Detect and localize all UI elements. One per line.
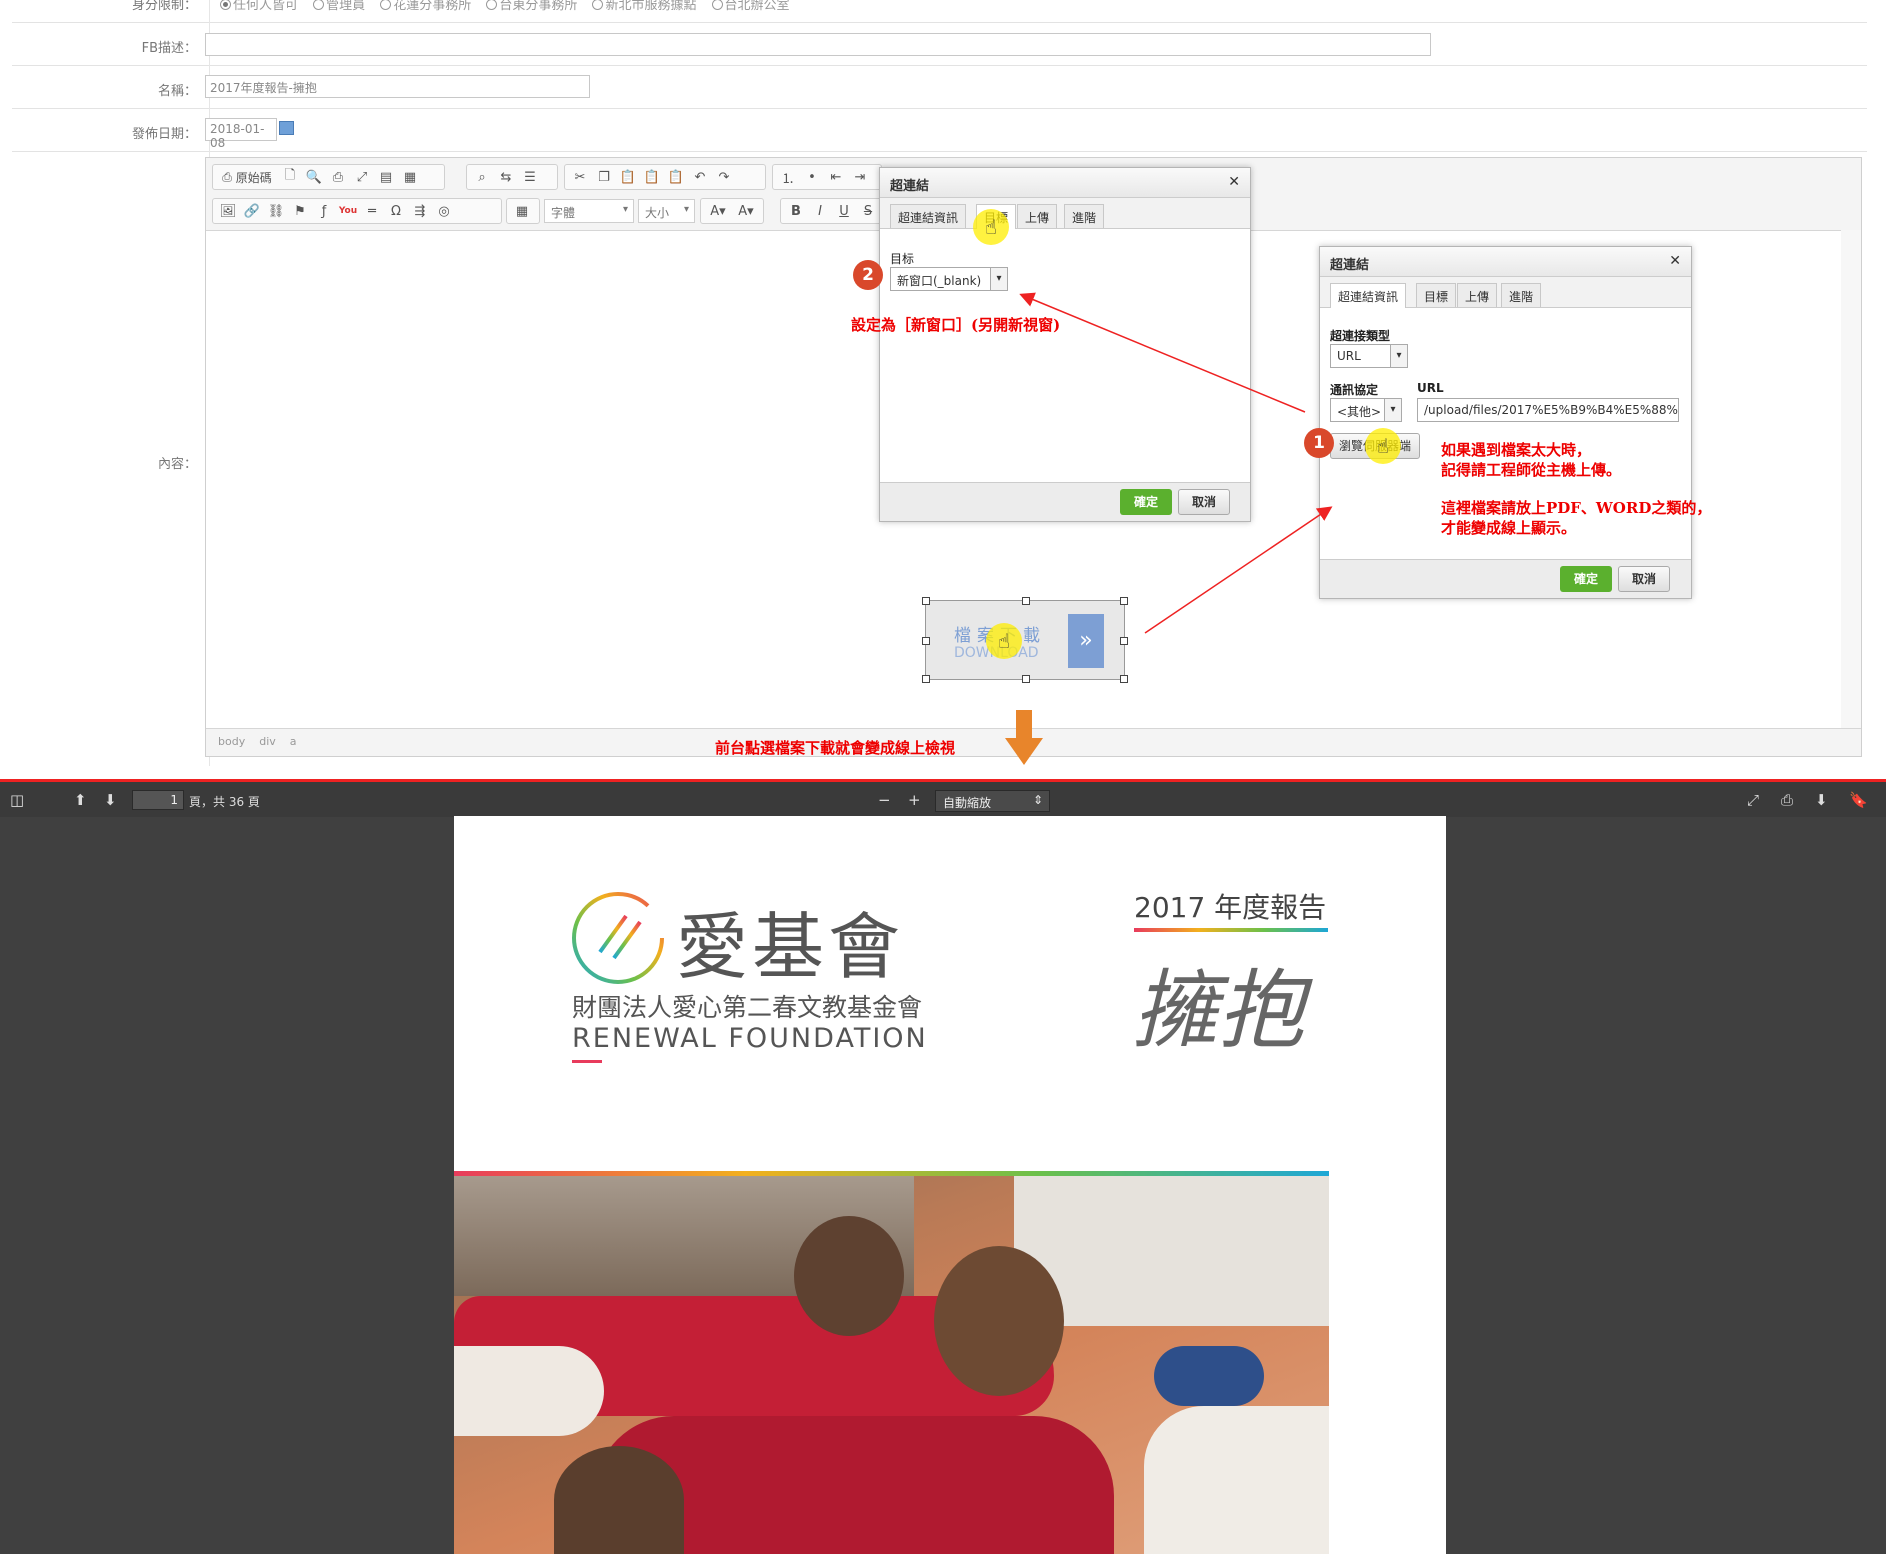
- prev-page-icon[interactable]: ⬆: [74, 791, 87, 809]
- arrow-to-target: [1019, 292, 1306, 413]
- page-number-input[interactable]: 1: [132, 790, 184, 810]
- pdf-page: 愛基會 財團法人愛心第二春文教基金會 RENEWAL FOUNDATION 20…: [454, 816, 1446, 1554]
- org-english-name: RENEWAL FOUNDATION: [572, 1023, 928, 1054]
- zoom-out-icon[interactable]: −: [878, 791, 891, 809]
- report-title: 2017 年度報告: [1134, 891, 1327, 924]
- fullscreen-icon[interactable]: ⤢: [1747, 791, 1759, 809]
- org-name: 愛基會: [676, 905, 905, 989]
- chevron-down-icon: »: [1068, 614, 1104, 668]
- title-rule: [1134, 928, 1328, 932]
- logo-mark-icon: [572, 892, 664, 984]
- cover-photo: [454, 1176, 1329, 1554]
- accent-underline: [572, 1060, 602, 1063]
- print-icon[interactable]: ⎙: [1781, 791, 1793, 809]
- org-full-name: 財團法人愛心第二春文教基金會: [572, 993, 923, 1022]
- next-page-icon[interactable]: ⬇: [104, 791, 117, 809]
- bookmark-icon[interactable]: 🔖: [1849, 791, 1868, 809]
- download-button-image[interactable]: 檔案下載 DOWNLOAD » ☝: [922, 597, 1128, 683]
- arrow-to-info: [1144, 506, 1333, 634]
- pointer-hand-icon: ☝: [986, 623, 1022, 659]
- zoom-select[interactable]: 自動縮放 ⇕: [935, 790, 1050, 812]
- frontend-note: 前台點選檔案下載就會變成線上檢視: [715, 739, 956, 757]
- report-subtitle: 擁抱: [1132, 961, 1304, 1061]
- down-arrow: [1005, 710, 1043, 765]
- sidebar-toggle-icon[interactable]: ◫: [10, 791, 24, 809]
- zoom-in-icon[interactable]: +: [908, 791, 921, 809]
- download-icon[interactable]: ⬇: [1815, 791, 1828, 809]
- page-total: 頁，共 36 頁: [189, 795, 260, 809]
- viewer-toolbar: ◫ ⬆ ⬇ 1 頁，共 36 頁 − + 自動縮放 ⇕ ⤢ ⎙ ⬇ 🔖: [0, 779, 1886, 817]
- pdf-viewer: ◫ ⬆ ⬇ 1 頁，共 36 頁 − + 自動縮放 ⇕ ⤢ ⎙ ⬇ 🔖 愛基會 財…: [0, 779, 1886, 1554]
